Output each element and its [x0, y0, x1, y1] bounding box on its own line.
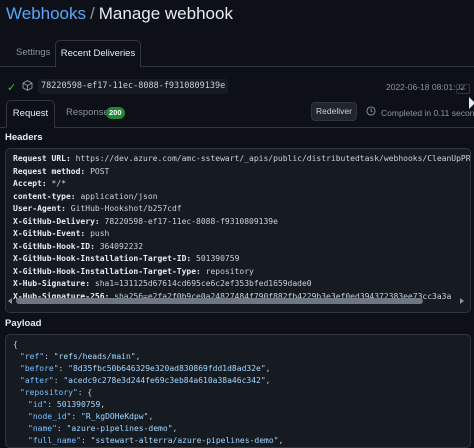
- headers-heading: Headers: [5, 132, 43, 143]
- header-value: 501390759: [191, 254, 240, 263]
- payload-punct: ,: [135, 352, 141, 361]
- header-line: content-type: application/json: [13, 192, 158, 201]
- scroll-right-icon[interactable]: [460, 298, 464, 304]
- payload-line: "repository": {: [20, 388, 92, 397]
- header-line: X-GitHub-Hook-Installation-Target-Type: …: [13, 267, 254, 276]
- header-line: X-GitHub-Delivery: 78220598-ef17-11ec-80…: [13, 217, 278, 226]
- completion-time: Completed in 0.11 seconds.: [381, 108, 474, 118]
- header-value: GitHub-Hookshot/b257cdf: [65, 204, 182, 213]
- header-key: X-GitHub-Hook-Installation-Target-ID:: [13, 254, 192, 263]
- payload-line: "before": "8d35fbc50b646329e320ad830869f…: [20, 364, 270, 373]
- payload-value: "8d35fbc50b646329e320ad830869fdd1d8ad32e…: [68, 364, 266, 373]
- header-line: X-GitHub-Hook-Installation-Target-ID: 50…: [13, 254, 239, 263]
- header-value: 364092232: [94, 241, 144, 251]
- header-value: */*: [46, 179, 66, 188]
- check-icon: ✓: [7, 82, 17, 94]
- header-line: Request URL: https://dev.azure.com/amc-s…: [13, 154, 471, 163]
- header-line: X-GitHub-Event: push: [13, 229, 109, 238]
- breadcrumb-webhooks-link[interactable]: Webhooks: [6, 4, 86, 23]
- payload-code-box: { "ref": "refs/heads/main", "before": "8…: [5, 334, 471, 448]
- tab-response[interactable]: Response: [66, 100, 109, 126]
- header-line: Accept: */*: [13, 179, 66, 188]
- delivery-guid[interactable]: 78220598-ef17-11ec-8088-f9310809139e: [38, 79, 229, 94]
- payload-key: "after": [20, 376, 54, 385]
- header-key: Request method:: [13, 166, 86, 176]
- payload-punct: ,: [265, 364, 271, 373]
- payload-punct: :: [47, 400, 57, 409]
- payload-punct: :: [53, 376, 64, 385]
- page-title: Webhooks / Manage webhook: [6, 4, 233, 24]
- header-key: User-Agent:: [13, 204, 66, 213]
- redeliver-button[interactable]: Redeliver: [311, 102, 357, 121]
- tab-settings[interactable]: Settings: [16, 40, 50, 66]
- header-key: X-GitHub-Delivery:: [13, 216, 100, 226]
- payload-punct: :: [44, 352, 54, 361]
- header-key: content-type:: [13, 191, 76, 201]
- payload-value: "azure-pipelines-demo": [66, 424, 173, 433]
- header-line: X-Hub-Signature: sha1=131125d67614cd695c…: [13, 279, 312, 288]
- header-value: https://dev.azure.com/amc-sstewart/_apis…: [75, 154, 471, 163]
- clock-icon: [366, 106, 376, 116]
- payload-line: "ref": "refs/heads/main",: [20, 352, 140, 361]
- payload-punct: :: [71, 412, 81, 421]
- header-value: repository: [200, 266, 254, 276]
- payload-value: "refs/heads/main": [53, 352, 136, 361]
- tab-request[interactable]: Request: [6, 100, 55, 128]
- payload-key: "node_id": [28, 412, 72, 421]
- header-line: User-Agent: GitHub-Hookshot/b257cdf: [13, 204, 182, 213]
- webhook-tabs: Settings Recent Deliveries: [0, 40, 474, 68]
- headers-horizontal-scrollbar[interactable]: [6, 297, 466, 306]
- header-key: Request URL:: [13, 154, 71, 163]
- tab-recent-deliveries[interactable]: Recent Deliveries: [55, 40, 141, 68]
- payload-punct: :: [58, 364, 69, 373]
- payload-punct: ,: [100, 400, 106, 409]
- header-value: POST: [85, 166, 110, 176]
- payload-key: "name": [28, 424, 57, 433]
- status-badge: 200: [106, 107, 125, 119]
- header-key: X-GitHub-Hook-ID:: [13, 241, 95, 251]
- payload-key: "repository": [20, 388, 78, 397]
- payload-punct: ,: [148, 412, 154, 421]
- header-value: application/json: [75, 191, 158, 201]
- payload-punct: ,: [172, 424, 178, 433]
- payload-punct: ,: [265, 376, 271, 385]
- header-value: sha1=131125d67614cd695ce6c2ef353bfed1659…: [90, 279, 312, 288]
- payload-line: "id": 501390759,: [28, 400, 105, 409]
- headers-code-box: Request URL: https://dev.azure.com/amc-s…: [5, 148, 471, 313]
- scroll-left-icon[interactable]: [8, 298, 12, 304]
- payload-line: {: [13, 340, 18, 349]
- package-icon: [22, 80, 33, 91]
- payload-value: "acedc9c278e3d244fe69c3eb84a610a38a46c34…: [63, 376, 266, 385]
- scrollbar-thumb[interactable]: [16, 298, 423, 304]
- breadcrumb-current: Manage webhook: [98, 4, 233, 23]
- payload-value: 501390759: [56, 400, 101, 409]
- payload-punct: : {: [77, 388, 93, 397]
- header-key: X-GitHub-Event:: [13, 229, 86, 238]
- payload-line: "node_id": "R_kgDOHeKdpw",: [28, 412, 153, 421]
- payload-punct: {: [13, 340, 18, 349]
- more-options-button[interactable]: ...: [456, 84, 470, 94]
- payload-line: "name": "azure-pipelines-demo",: [28, 424, 177, 433]
- payload-key: "ref": [20, 352, 45, 361]
- payload-key: "before": [20, 364, 59, 373]
- payload-value: "R_kgDOHeKdpw": [81, 412, 149, 421]
- delivery-row[interactable]: ✓ 78220598-ef17-11ec-8088-f9310809139e 2…: [0, 76, 474, 98]
- header-value: 78220598-ef17-11ec-8088-f9310809139e: [99, 216, 278, 226]
- header-key: Accept:: [13, 179, 47, 188]
- payload-line: "after": "acedc9c278e3d244fe69c3eb84a610…: [20, 376, 270, 385]
- payload-key: "id": [28, 400, 48, 409]
- header-line: X-GitHub-Hook-ID: 364092232: [13, 242, 143, 251]
- payload-punct: :: [56, 424, 67, 433]
- header-line: Request method: POST: [13, 167, 109, 176]
- breadcrumb-separator: /: [90, 4, 95, 23]
- header-key: X-GitHub-Hook-Installation-Target-Type:: [13, 266, 201, 276]
- delivery-date: 2022-06-18 08:01:02: [386, 82, 465, 92]
- header-value: push: [85, 229, 110, 238]
- header-key: X-Hub-Signature:: [13, 279, 91, 288]
- payload-heading: Payload: [5, 318, 42, 329]
